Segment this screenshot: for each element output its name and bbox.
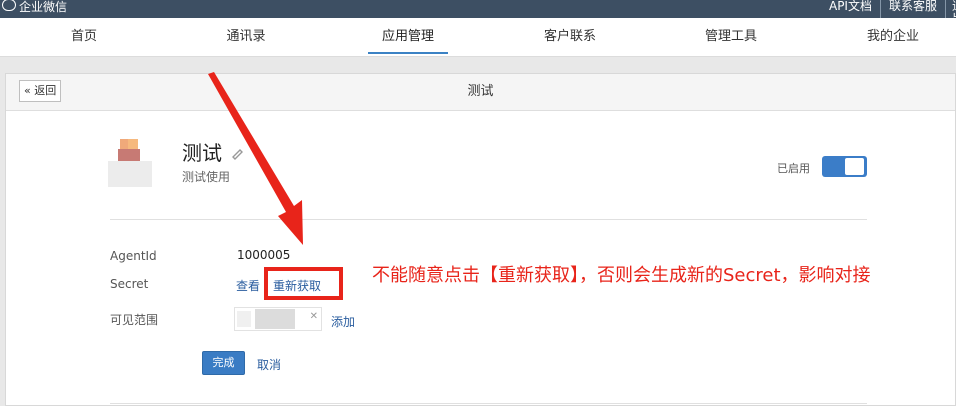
wecom-logo-icon xyxy=(2,0,16,11)
remove-member-icon[interactable]: ✕ xyxy=(310,311,318,322)
brand-logo[interactable]: 企业微信 xyxy=(2,0,67,18)
nav-contacts[interactable]: 通讯录 xyxy=(196,18,296,56)
top-links: API文档 联系客服 退出 xyxy=(821,0,956,18)
nav-customer-contact[interactable]: 客户联系 xyxy=(520,18,620,56)
agentid-label: AgentId xyxy=(110,249,157,263)
visible-scope-label: 可见范围 xyxy=(110,313,159,327)
view-secret-link[interactable]: 查看 xyxy=(236,277,260,294)
cancel-link[interactable]: 取消 xyxy=(257,356,281,373)
highlight-box xyxy=(264,267,343,300)
nav-home[interactable]: 首页 xyxy=(34,18,134,56)
nav-app-management[interactable]: 应用管理 xyxy=(358,18,458,56)
add-visible-link[interactable]: 添加 xyxy=(331,313,355,330)
contact-support-link[interactable]: 联系客服 xyxy=(879,0,945,18)
nav-my-company[interactable]: 我的企业 xyxy=(843,18,943,56)
main-nav: 首页 通讯录 应用管理 客户联系 管理工具 我的企业 xyxy=(0,18,956,57)
api-docs-link[interactable]: API文档 xyxy=(821,0,880,18)
app-name: 测试 xyxy=(182,141,222,165)
visible-member-chip[interactable]: ✕ xyxy=(234,307,322,331)
edit-icon[interactable] xyxy=(231,146,245,160)
brand-name: 企业微信 xyxy=(19,0,68,14)
app-description: 测试使用 xyxy=(182,170,231,184)
bottom-divider xyxy=(110,403,867,404)
warning-annotation: 不能随意点击【重新获取】，否则会生成新的Secret，影响对接 xyxy=(372,265,871,286)
panel-title: 测试 xyxy=(467,84,494,99)
section-divider xyxy=(110,219,867,220)
app-logo[interactable] xyxy=(100,137,160,193)
panel-header: « 返回 测试 xyxy=(6,74,955,111)
enable-toggle[interactable] xyxy=(822,156,867,177)
app-detail-panel: « 返回 测试 xyxy=(5,73,956,406)
status-label: 已启用 xyxy=(777,162,810,175)
nav-management-tools[interactable]: 管理工具 xyxy=(681,18,781,56)
toggle-knob xyxy=(845,158,864,175)
logout-link[interactable]: 退出 xyxy=(945,0,956,18)
top-bar: 企业微信 API文档 联系客服 退出 xyxy=(0,0,956,18)
secret-label: Secret xyxy=(110,277,149,291)
agentid-value: 1000005 xyxy=(237,248,291,262)
confirm-button[interactable]: 完成 xyxy=(202,351,245,375)
